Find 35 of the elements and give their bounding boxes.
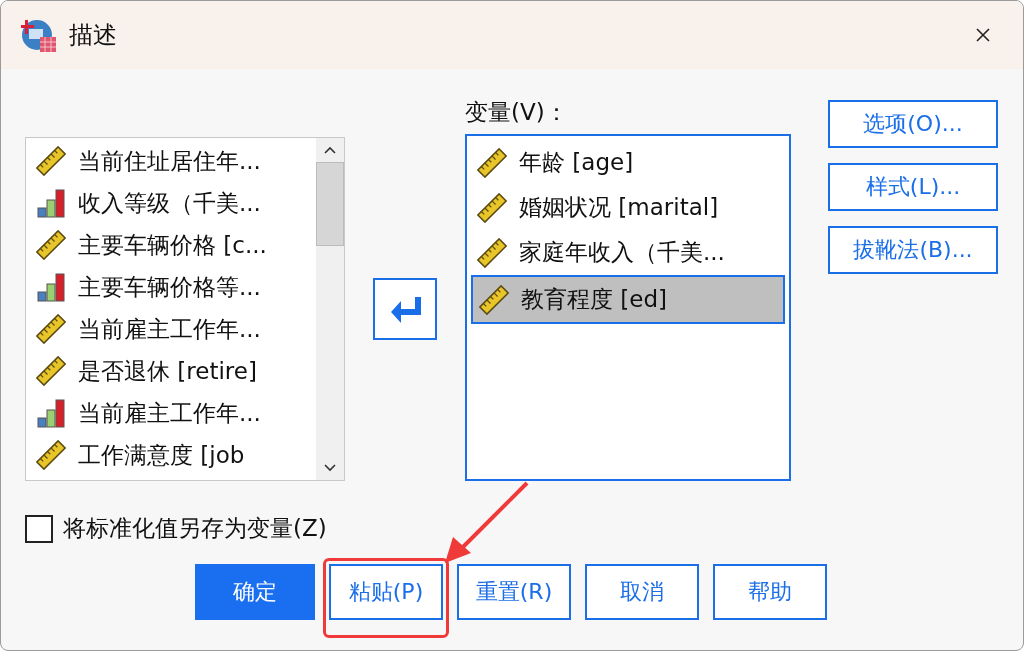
app-icon bbox=[21, 17, 57, 53]
scroll-up-icon[interactable] bbox=[324, 146, 336, 154]
scroll-thumb[interactable] bbox=[316, 162, 344, 246]
option-button[interactable]: 样式(L)... bbox=[828, 163, 998, 211]
variable-item[interactable]: 工作满意度 [job bbox=[26, 434, 316, 476]
bar-chart-icon bbox=[36, 272, 66, 302]
window-title: 描述 bbox=[69, 20, 118, 51]
scrollbar[interactable] bbox=[316, 138, 344, 480]
arrow-left-icon bbox=[389, 295, 421, 323]
dialog-button[interactable]: 重置(R) bbox=[457, 564, 571, 620]
variable-item[interactable]: 主要车辆价格等... bbox=[26, 266, 316, 308]
dialog-button[interactable]: 帮助 bbox=[713, 564, 827, 620]
variable-item[interactable]: 收入等级（千美... bbox=[26, 182, 316, 224]
dialog-button[interactable]: 取消 bbox=[585, 564, 699, 620]
variable-item[interactable]: 当前雇主工作年... bbox=[26, 308, 316, 350]
bar-chart-icon bbox=[36, 398, 66, 428]
bar-chart-icon bbox=[36, 188, 66, 218]
variable-item[interactable]: 婚姻状况 [marital] bbox=[471, 185, 785, 230]
variable-item[interactable]: 教育程度 [ed] bbox=[471, 275, 785, 324]
option-button[interactable]: 拔靴法(B)... bbox=[828, 226, 998, 274]
variables-label: 变量(V)： bbox=[465, 98, 569, 127]
scroll-down-icon[interactable] bbox=[324, 464, 336, 472]
variable-item[interactable]: 是否退休 [retire] bbox=[26, 350, 316, 392]
variable-item[interactable]: 家庭年收入（千美... bbox=[471, 230, 785, 275]
checkbox-label: 将标准化值另存为变量(Z) bbox=[63, 514, 327, 543]
variable-item[interactable]: 主要车辆价格 [c... bbox=[26, 224, 316, 266]
option-button[interactable]: 选项(O)... bbox=[828, 100, 998, 148]
dialog-button[interactable]: 粘贴(P) bbox=[329, 564, 443, 620]
variable-item[interactable]: 年龄 [age] bbox=[471, 140, 785, 185]
close-icon[interactable] bbox=[975, 27, 991, 43]
move-button[interactable] bbox=[373, 278, 437, 340]
checkbox[interactable] bbox=[25, 514, 53, 543]
dialog-button[interactable]: 确定 bbox=[195, 564, 315, 620]
variable-item[interactable]: 当前雇主工作年... bbox=[26, 392, 316, 434]
variable-item[interactable]: 当前住址居住年... bbox=[26, 140, 316, 182]
